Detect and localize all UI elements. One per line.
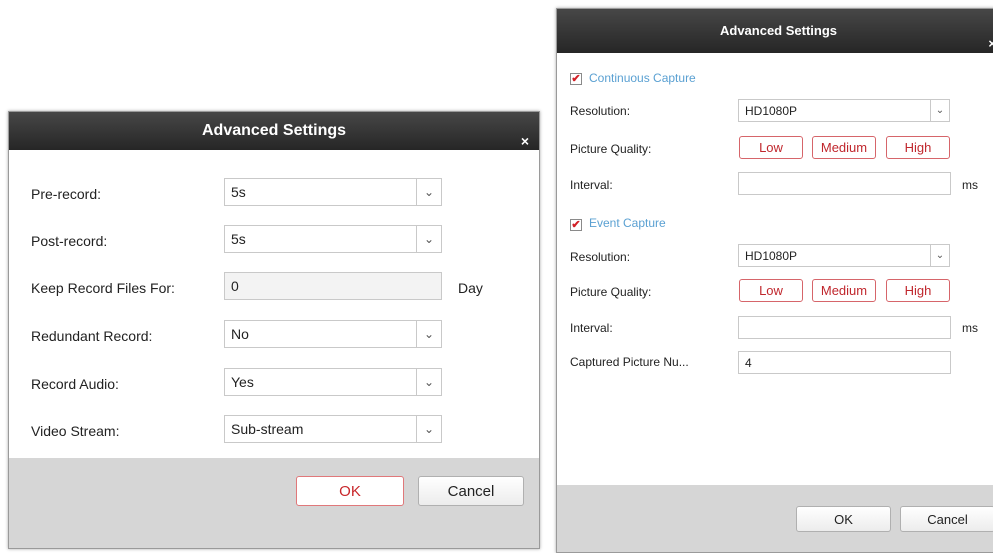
captured-picture-number-input[interactable]: 4: [738, 351, 951, 374]
continuous-interval-input[interactable]: [738, 172, 951, 195]
checkmark-icon: ✔: [571, 72, 581, 85]
event-interval-label: Interval:: [570, 321, 613, 335]
redundant-record-label: Redundant Record:: [31, 328, 153, 344]
chevron-down-icon[interactable]: ⌄: [930, 245, 949, 266]
redundant-record-select[interactable]: No ⌄: [224, 320, 442, 348]
event-interval-unit: ms: [962, 321, 978, 335]
redundant-record-value: No: [231, 326, 249, 342]
continuous-resolution-select[interactable]: HD1080P ⌄: [738, 99, 950, 122]
cancel-button[interactable]: Cancel: [418, 476, 524, 506]
ok-button[interactable]: OK: [296, 476, 404, 506]
capture-advanced-settings-dialog: Advanced Settings × ✔ Continuous Capture…: [556, 8, 993, 553]
continuous-resolution-label: Resolution:: [570, 104, 631, 118]
continuous-interval-unit: ms: [962, 178, 978, 192]
continuous-interval-label: Interval:: [570, 178, 613, 192]
chevron-down-icon[interactable]: ⌄: [416, 369, 441, 395]
event-capture-checkbox[interactable]: ✔: [570, 219, 582, 231]
event-capture-label: Event Capture: [589, 216, 666, 230]
event-resolution-value: HD1080P: [745, 248, 798, 263]
record-advanced-settings-dialog: Advanced Settings × Pre-record: 5s ⌄ Pos…: [8, 111, 540, 549]
keep-record-files-input[interactable]: 0: [224, 272, 442, 300]
dialog-title: Advanced Settings: [719, 23, 838, 38]
captured-picture-number-value: 4: [745, 355, 752, 370]
video-stream-select[interactable]: Sub-stream ⌄: [224, 415, 442, 443]
pre-record-label: Pre-record:: [31, 186, 102, 202]
chevron-down-icon[interactable]: ⌄: [416, 179, 441, 205]
close-icon[interactable]: ×: [521, 122, 529, 160]
continuous-quality-high-button[interactable]: High: [886, 136, 950, 159]
continuous-resolution-value: HD1080P: [745, 103, 798, 118]
event-quality-medium-button[interactable]: Medium: [812, 279, 876, 302]
cancel-button[interactable]: Cancel: [900, 506, 993, 532]
continuous-quality-label: Picture Quality:: [570, 142, 652, 156]
chevron-down-icon[interactable]: ⌄: [416, 226, 441, 252]
record-audio-select[interactable]: Yes ⌄: [224, 368, 442, 396]
close-icon[interactable]: ×: [988, 22, 993, 66]
event-quality-label: Picture Quality:: [570, 285, 652, 299]
captured-picture-number-label: Captured Picture Nu...: [570, 355, 689, 369]
continuous-capture-checkbox[interactable]: ✔: [570, 73, 582, 85]
event-resolution-select[interactable]: HD1080P ⌄: [738, 244, 950, 267]
dialog-title-bar[interactable]: Advanced Settings ×: [557, 9, 993, 53]
post-record-label: Post-record:: [31, 233, 108, 249]
chevron-down-icon[interactable]: ⌄: [416, 416, 441, 442]
chevron-down-icon[interactable]: ⌄: [416, 321, 441, 347]
post-record-select[interactable]: 5s ⌄: [224, 225, 442, 253]
record-audio-value: Yes: [231, 374, 254, 390]
chevron-down-icon[interactable]: ⌄: [930, 100, 949, 121]
pre-record-select[interactable]: 5s ⌄: [224, 178, 442, 206]
pre-record-value: 5s: [231, 184, 246, 200]
keep-record-files-value: 0: [231, 278, 239, 294]
checkmark-icon: ✔: [571, 218, 581, 231]
event-resolution-label: Resolution:: [570, 250, 631, 264]
video-stream-label: Video Stream:: [31, 423, 120, 439]
dialog-title: Advanced Settings: [201, 122, 347, 139]
continuous-quality-low-button[interactable]: Low: [739, 136, 803, 159]
continuous-capture-label: Continuous Capture: [589, 71, 696, 85]
post-record-value: 5s: [231, 231, 246, 247]
video-stream-value: Sub-stream: [231, 421, 304, 437]
ok-button[interactable]: OK: [796, 506, 891, 532]
continuous-quality-medium-button[interactable]: Medium: [812, 136, 876, 159]
keep-record-files-label: Keep Record Files For:: [31, 280, 175, 296]
dialog-title-bar[interactable]: Advanced Settings ×: [9, 112, 539, 150]
dialog-footer: OK Cancel: [9, 458, 539, 548]
keep-record-files-unit: Day: [458, 280, 483, 296]
event-quality-low-button[interactable]: Low: [739, 279, 803, 302]
event-quality-high-button[interactable]: High: [886, 279, 950, 302]
event-interval-input[interactable]: [738, 316, 951, 339]
record-audio-label: Record Audio:: [31, 376, 119, 392]
